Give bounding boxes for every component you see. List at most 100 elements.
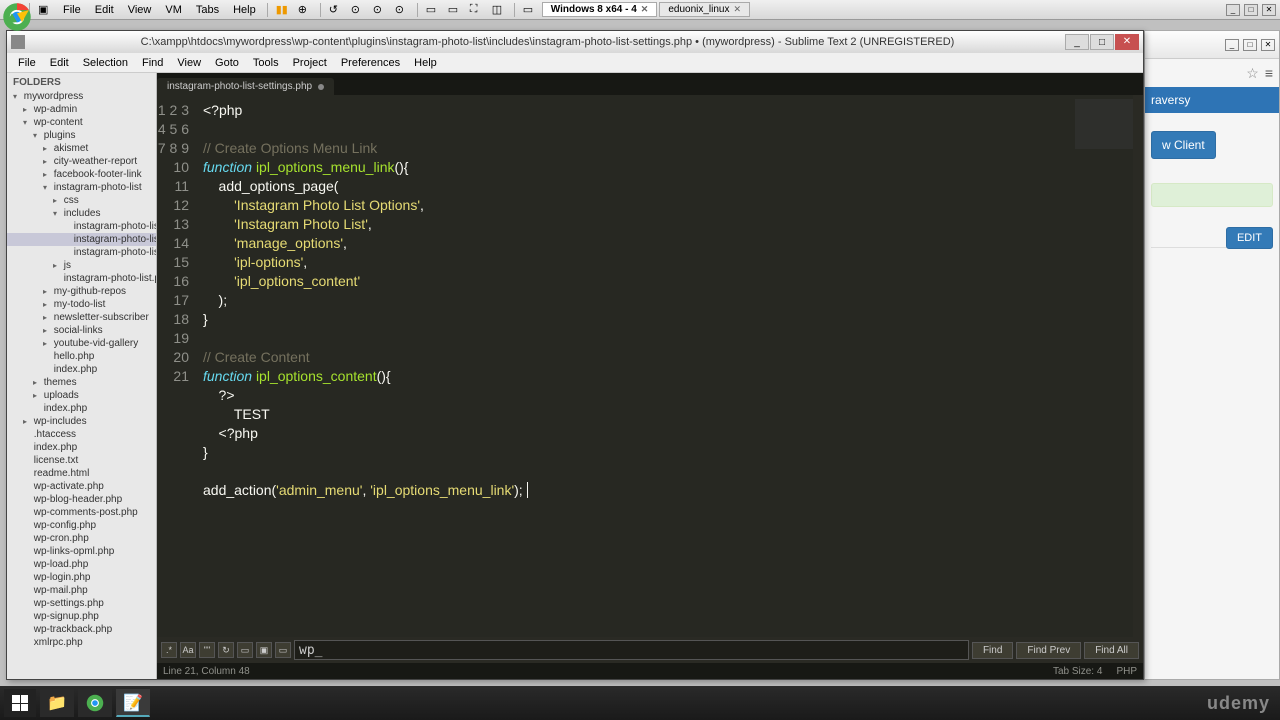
find-selection-button[interactable]: ▭: [237, 642, 253, 658]
tool-icon[interactable]: ▭: [426, 3, 440, 17]
tree-node[interactable]: wp-login.php: [7, 571, 156, 584]
menu-edit[interactable]: Edit: [43, 55, 76, 71]
tree-node[interactable]: wp-blog-header.php: [7, 493, 156, 506]
editor-tab[interactable]: instagram-photo-list-settings.php: [157, 78, 334, 95]
tree-node[interactable]: ▸ newsletter-subscriber: [7, 311, 156, 324]
tool-icon[interactable]: ▭: [448, 3, 462, 17]
vm-menu-vm[interactable]: VM: [159, 2, 188, 18]
menu-project[interactable]: Project: [286, 55, 334, 71]
tree-node[interactable]: readme.html: [7, 467, 156, 480]
tree-node[interactable]: wp-mail.php: [7, 584, 156, 597]
vm-maximize-button[interactable]: □: [1244, 4, 1258, 16]
tree-node[interactable]: wp-config.php: [7, 519, 156, 532]
pause2-icon[interactable]: ▮▮: [276, 3, 290, 17]
vm-close-button[interactable]: ✕: [1262, 4, 1276, 16]
taskbar-explorer[interactable]: 📁: [40, 689, 74, 717]
menu-help[interactable]: Help: [407, 55, 444, 71]
close-icon[interactable]: ✕: [641, 4, 649, 15]
tree-node[interactable]: ▸ youtube-vid-gallery: [7, 337, 156, 350]
menu-goto[interactable]: Goto: [208, 55, 246, 71]
tree-node[interactable]: .htaccess: [7, 428, 156, 441]
tree-node[interactable]: index.php: [7, 402, 156, 415]
fullscreen-icon[interactable]: ⛶: [470, 3, 484, 17]
vm-menu-edit[interactable]: Edit: [89, 2, 120, 18]
unity-icon[interactable]: ◫: [492, 3, 506, 17]
tree-node[interactable]: ▸ my-todo-list: [7, 298, 156, 311]
close-button[interactable]: ✕: [1261, 39, 1275, 51]
tree-node[interactable]: ▾ mywordpress: [7, 90, 156, 103]
tree-node[interactable]: license.txt: [7, 454, 156, 467]
tree-node[interactable]: ▾ instagram-photo-list: [7, 181, 156, 194]
tool-icon[interactable]: ↺: [329, 3, 343, 17]
tool-icon[interactable]: ⊙: [395, 3, 409, 17]
tool-icon[interactable]: ⊙: [351, 3, 365, 17]
menu-view[interactable]: View: [170, 55, 208, 71]
tree-node[interactable]: ▾ wp-content: [7, 116, 156, 129]
status-lang[interactable]: PHP: [1116, 666, 1137, 677]
tree-node[interactable]: ▸ uploads: [7, 389, 156, 402]
tree-node[interactable]: wp-signup.php: [7, 610, 156, 623]
tree-node[interactable]: instagram-photo-list-scri: [7, 220, 156, 233]
new-client-button[interactable]: w Client: [1151, 131, 1216, 159]
vm-tab-windows[interactable]: Windows 8 x64 - 4 ✕: [542, 2, 658, 17]
find-case-button[interactable]: Aa: [180, 642, 196, 658]
tree-node[interactable]: wp-links-opml.php: [7, 545, 156, 558]
tree-node[interactable]: instagram-photo-list.php: [7, 272, 156, 285]
tree-node[interactable]: wp-activate.php: [7, 480, 156, 493]
menu-icon[interactable]: ≡: [1265, 65, 1273, 81]
find-regex-button[interactable]: .*: [161, 642, 177, 658]
close-icon[interactable]: ✕: [734, 4, 742, 15]
editor-area[interactable]: 1 2 3 4 5 6 7 8 9 10 11 12 13 14 15 16 1…: [157, 95, 1143, 637]
taskbar-chrome[interactable]: [78, 689, 112, 717]
find-wrap-button[interactable]: ↻: [218, 642, 234, 658]
find-prev-button[interactable]: Find Prev: [1016, 642, 1081, 659]
tree-node[interactable]: ▸ my-github-repos: [7, 285, 156, 298]
vm-menu-tabs[interactable]: Tabs: [190, 2, 225, 18]
sidebar[interactable]: FOLDERS ▾ mywordpress▸ wp-admin▾ wp-cont…: [7, 73, 157, 679]
tree-node[interactable]: ▸ wp-includes: [7, 415, 156, 428]
menu-file[interactable]: File: [11, 55, 43, 71]
tree-node[interactable]: index.php: [7, 363, 156, 376]
tree-node[interactable]: ▾ plugins: [7, 129, 156, 142]
vm-menu-help[interactable]: Help: [227, 2, 262, 18]
minimap[interactable]: [1075, 99, 1135, 149]
find-button[interactable]: Find: [972, 642, 1013, 659]
code-content[interactable]: <?php // Create Options Menu Link functi…: [197, 95, 1143, 637]
snapshot-icon[interactable]: ⊕: [298, 3, 312, 17]
tree-node[interactable]: ▸ wp-admin: [7, 103, 156, 116]
tree-node[interactable]: wp-cron.php: [7, 532, 156, 545]
tree-node[interactable]: ▸ city-weather-report: [7, 155, 156, 168]
vm-menu-view[interactable]: View: [122, 2, 158, 18]
tree-node[interactable]: ▸ akismet: [7, 142, 156, 155]
tree-node[interactable]: ▸ facebook-footer-link: [7, 168, 156, 181]
start-button[interactable]: [4, 689, 36, 717]
tree-node[interactable]: ▸ social-links: [7, 324, 156, 337]
tree-node[interactable]: wp-comments-post.php: [7, 506, 156, 519]
find-all-button[interactable]: Find All: [1084, 642, 1139, 659]
edit-button[interactable]: EDIT: [1226, 227, 1273, 249]
taskbar-sublime[interactable]: 📝: [116, 689, 150, 717]
tree-node[interactable]: hello.php: [7, 350, 156, 363]
tree-node[interactable]: ▸ js: [7, 259, 156, 272]
minimize-button[interactable]: _: [1065, 34, 1089, 50]
vm-tab-linux[interactable]: eduonix_linux ✕: [659, 2, 750, 17]
tree-node[interactable]: xmlrpc.php: [7, 636, 156, 649]
find-preserve-button[interactable]: ▭: [275, 642, 291, 658]
sublime-titlebar[interactable]: C:\xampp\htdocs\mywordpress\wp-content\p…: [7, 31, 1143, 53]
menu-find[interactable]: Find: [135, 55, 170, 71]
bookmark-icon[interactable]: ☆: [1246, 65, 1259, 82]
tree-node[interactable]: ▾ includes: [7, 207, 156, 220]
find-word-button[interactable]: "": [199, 642, 215, 658]
find-highlight-button[interactable]: ▣: [256, 642, 272, 658]
tree-node[interactable]: wp-settings.php: [7, 597, 156, 610]
tree-node[interactable]: instagram-photo-list-sett: [7, 233, 156, 246]
maximize-button[interactable]: □: [1243, 39, 1257, 51]
minimize-button[interactable]: _: [1225, 39, 1239, 51]
menu-tools[interactable]: Tools: [246, 55, 286, 71]
tree-node[interactable]: instagram-photo-list-sho: [7, 246, 156, 259]
status-tabsize[interactable]: Tab Size: 4: [1053, 666, 1102, 677]
maximize-button[interactable]: □: [1090, 34, 1114, 50]
tool-icon[interactable]: ▭: [523, 3, 537, 17]
tree-node[interactable]: wp-trackback.php: [7, 623, 156, 636]
tool-icon[interactable]: ⊙: [373, 3, 387, 17]
